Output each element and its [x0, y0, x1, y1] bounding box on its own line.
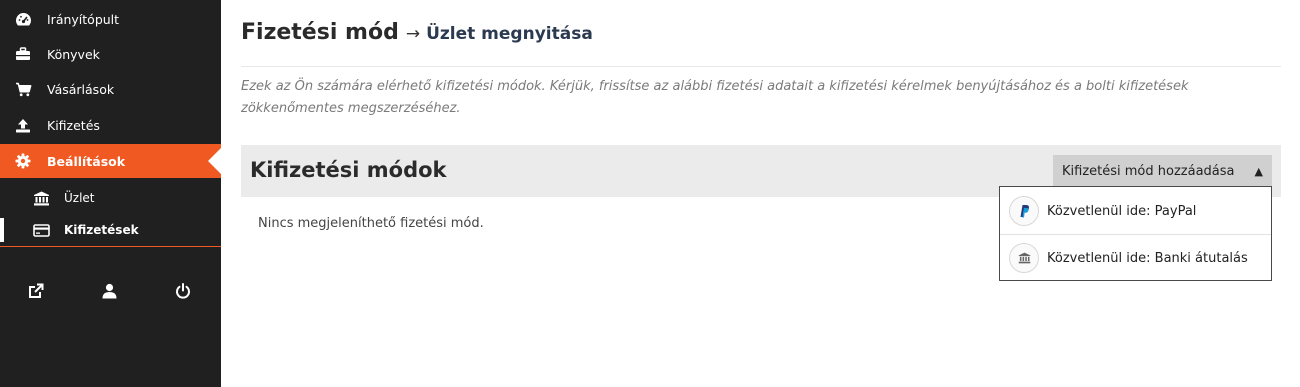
- sidebar-item-dashboard[interactable]: Irányítópult: [0, 2, 221, 36]
- dropdown-item-label: Közvetlenül ide: Banki átutalás: [1047, 250, 1248, 266]
- intro-text: Ezek az Ön számára elérhető kifizetési m…: [241, 79, 1189, 116]
- sidebar-item-books[interactable]: Könyvek: [0, 37, 221, 71]
- user-icon[interactable]: [98, 280, 120, 302]
- sidebar-subitem-label: Üzlet: [64, 191, 95, 205]
- caret-up-icon: ▲: [1254, 165, 1263, 178]
- credit-card-icon: [32, 222, 50, 238]
- empty-state-message: Nincs megjeleníthető fizetési mód.: [258, 216, 484, 231]
- app: Irányítópult Könyvek Vásárlások Kifizeté…: [0, 0, 1300, 387]
- sidebar-subitem-shop[interactable]: Üzlet: [0, 184, 221, 212]
- gear-icon: [14, 152, 32, 170]
- dropdown-item-label: Közvetlenül ide: PayPal: [1047, 203, 1197, 219]
- dashboard-icon: [14, 10, 32, 28]
- main-content: Fizetési mód → Üzlet megnyitása Ezek az …: [241, 0, 1281, 387]
- sidebar-item-label: Irányítópult: [47, 11, 120, 27]
- power-icon[interactable]: [172, 280, 194, 302]
- section-title: Kifizetési módok: [250, 158, 447, 182]
- title-divider: [241, 66, 1281, 67]
- add-button-label: Kifizetési mód hozzáadása: [1062, 164, 1235, 179]
- upload-icon: [14, 116, 32, 134]
- arrow-icon: →: [405, 24, 421, 44]
- cart-icon: [14, 80, 32, 98]
- sidebar-item-label: Beállítások: [47, 153, 126, 169]
- payment-method-dropdown: Közvetlenül ide: PayPal Közvetlenül ide:…: [999, 186, 1272, 281]
- external-link-icon[interactable]: [25, 280, 47, 302]
- sidebar-item-label: Vásárlások: [47, 81, 115, 97]
- dropdown-item-bank-transfer[interactable]: Közvetlenül ide: Banki átutalás: [1000, 235, 1271, 281]
- bank-icon: [1009, 243, 1039, 273]
- add-payment-method-button[interactable]: Kifizetési mód hozzáadása ▲: [1053, 155, 1272, 188]
- page-title-text: Fizetési mód: [241, 20, 399, 45]
- sidebar-item-settings[interactable]: Beállítások: [0, 144, 221, 178]
- sidebar-item-purchases[interactable]: Vásárlások: [0, 72, 221, 106]
- sidebar-subitem-payouts[interactable]: Kifizetések: [0, 216, 221, 244]
- sidebar-item-payout[interactable]: Kifizetés: [0, 108, 221, 142]
- sidebar-divider: [0, 246, 221, 247]
- sidebar-item-label: Kifizetés: [47, 117, 100, 133]
- sidebar-item-label: Könyvek: [47, 46, 100, 62]
- page-title: Fizetési mód → Üzlet megnyitása: [241, 20, 593, 45]
- briefcase-icon: [14, 45, 32, 63]
- sidebar-subitem-label: Kifizetések: [64, 223, 139, 237]
- paypal-icon: [1009, 196, 1039, 226]
- sidebar: Irányítópult Könyvek Vásárlások Kifizeté…: [0, 0, 221, 387]
- bank-icon: [32, 190, 50, 206]
- page-subtitle: Üzlet megnyitása: [426, 24, 593, 44]
- dropdown-item-paypal[interactable]: Közvetlenül ide: PayPal: [1000, 188, 1271, 234]
